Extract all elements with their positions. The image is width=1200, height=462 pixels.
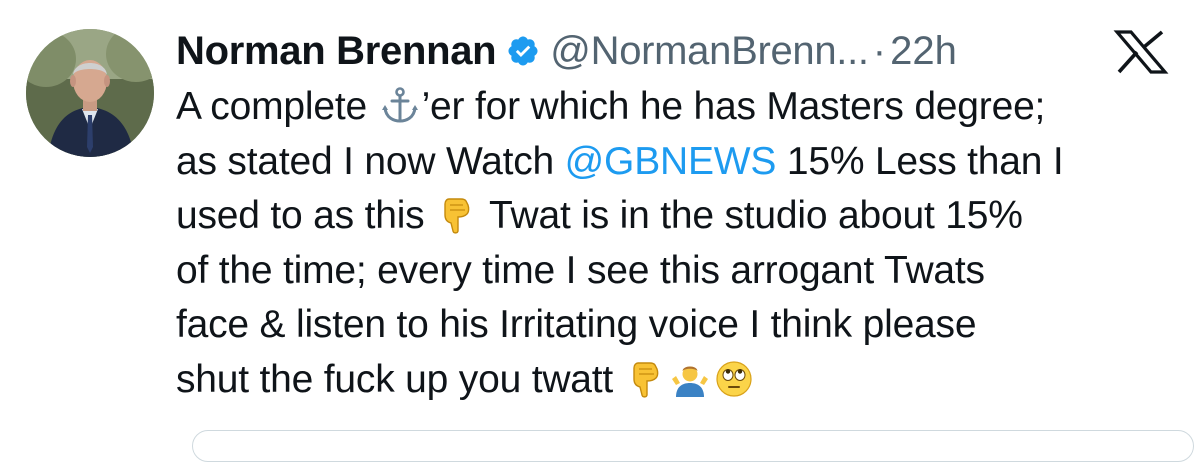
author-handle[interactable]: @NormanBrenn... xyxy=(550,29,869,74)
author-display-name[interactable]: Norman Brennan xyxy=(176,29,497,74)
text-segment: as stated I now Watch xyxy=(176,139,565,183)
x-logo-icon[interactable] xyxy=(1113,30,1169,74)
text-segment: Twat is in the studio about 15% xyxy=(479,194,1023,237)
tweet-text-line: face & listen to his Irritating voice I … xyxy=(176,303,977,346)
tweet-text: A complete ’er for which he has Masters … xyxy=(176,80,1186,407)
separator-dot: · xyxy=(872,28,887,73)
tweet-text-line: as stated I now Watch @GBNEWS 15% Less t… xyxy=(176,135,1186,190)
verified-badge-icon xyxy=(506,34,540,68)
tweet-timestamp[interactable]: 22h xyxy=(890,29,957,74)
face-with-rolling-eyes-emoji-icon xyxy=(714,359,754,399)
text-segment: ’er for which he has Masters degree; xyxy=(421,85,1046,128)
anchor-emoji-icon xyxy=(380,86,420,126)
text-segment: used to as this xyxy=(176,194,436,237)
text-segment: 15% Less than I xyxy=(776,139,1064,183)
text-segment: shut the fuck up you twatt xyxy=(176,357,614,401)
text-segment: A complete xyxy=(176,85,378,128)
backhand-index-pointing-down-emoji-icon xyxy=(437,195,477,235)
quoted-card-edge[interactable] xyxy=(192,430,1194,462)
tweet-header: Norman Brennan @NormanBrenn... · 22h xyxy=(176,24,957,78)
mention-link[interactable]: @GBNEWS xyxy=(565,140,777,183)
backhand-index-pointing-down-emoji-icon xyxy=(626,359,666,399)
tweet[interactable]: Norman Brennan @NormanBrenn... · 22h A c… xyxy=(0,0,1200,462)
avatar[interactable] xyxy=(26,29,154,157)
man-shrugging-emoji-icon xyxy=(670,359,710,399)
tweet-text-line: of the time; every time I see this arrog… xyxy=(176,248,985,292)
tweet-text-line: shut the fuck up you twatt xyxy=(176,353,1186,408)
tweet-text-line: used to as this Twat is in the studio ab… xyxy=(176,189,1186,244)
tweet-text-line: A complete ’er for which he has Masters … xyxy=(176,80,1186,135)
